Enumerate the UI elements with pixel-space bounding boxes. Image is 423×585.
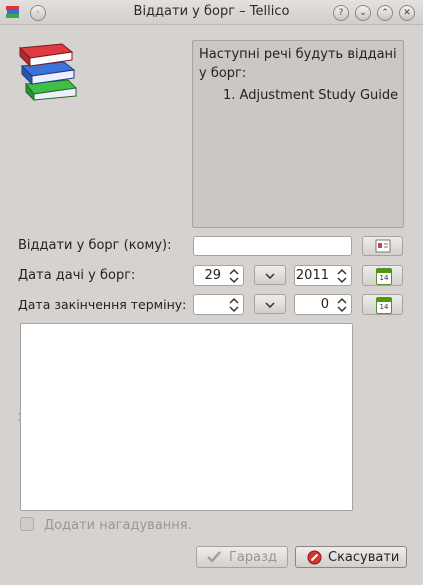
due-month-combo[interactable]: [254, 294, 286, 314]
loan-month-combo[interactable]: [254, 265, 286, 285]
cancel-icon: [307, 550, 322, 565]
loan-day-spinbox[interactable]: 29: [193, 265, 244, 286]
notes-textarea[interactable]: [20, 323, 353, 511]
maximize-icon[interactable]: ⌃: [377, 5, 393, 21]
due-calendar-button[interactable]: 14: [362, 294, 403, 315]
ok-button[interactable]: Гаразд: [196, 546, 288, 568]
chevron-down-icon: [265, 273, 275, 279]
spin-arrows-icon: [337, 297, 347, 313]
help-icon[interactable]: ?: [333, 5, 349, 21]
due-year-value: 0: [320, 297, 329, 312]
checkmark-icon: [207, 551, 221, 563]
title-bar: · Віддати у борг – Tellico ? ⌄ ⌃ ✕: [0, 0, 423, 25]
loan-day-value: 29: [204, 268, 221, 283]
due-day-spinbox[interactable]: [193, 294, 244, 315]
cancel-button[interactable]: Скасувати: [295, 546, 407, 568]
loan-year-spinbox[interactable]: 2011: [294, 265, 352, 286]
loan-year-value: 2011: [295, 268, 329, 283]
ok-label: Гаразд: [229, 550, 278, 565]
calendar-icon: 14: [376, 297, 392, 314]
minimize-icon[interactable]: ⌄: [355, 5, 371, 21]
address-book-icon: [375, 239, 391, 253]
loan-calendar-button[interactable]: 14: [362, 265, 403, 286]
borrower-input[interactable]: [193, 236, 352, 256]
loan-date-label: Дата дачі у борг:: [18, 268, 136, 283]
close-icon[interactable]: ✕: [399, 5, 415, 21]
due-year-spinbox[interactable]: 0: [294, 294, 352, 315]
info-panel: Наступні речі будуть віддані у борг: 1. …: [192, 40, 404, 228]
address-book-button[interactable]: [362, 236, 403, 256]
chevron-down-icon: [265, 302, 275, 308]
spin-arrows-icon: [229, 297, 239, 313]
due-date-label: Дата закінчення терміну:: [18, 297, 187, 312]
reminder-checkbox[interactable]: [20, 517, 34, 531]
reminder-label: Додати нагадування.: [44, 518, 192, 533]
info-text: Наступні речі будуть віддані у борг:: [199, 47, 397, 81]
info-item: 1. Adjustment Study Guide: [223, 88, 399, 103]
calendar-icon: 14: [376, 268, 392, 285]
spin-arrows-icon: [337, 268, 347, 284]
borrower-label: Віддати у борг (кому):: [18, 238, 172, 253]
cancel-label: Скасувати: [328, 550, 400, 565]
spin-arrows-icon: [229, 268, 239, 284]
books-icon: [16, 40, 82, 102]
